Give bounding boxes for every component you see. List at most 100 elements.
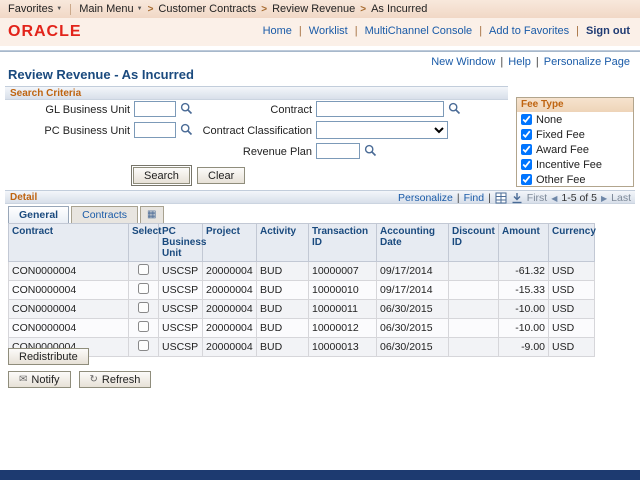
notify-label: Notify [31,374,59,386]
cell-project: 20000004 [203,338,257,357]
pc-business-unit-label: PC Business Unit [8,125,130,137]
grid-tabs: General Contracts ▦ [8,206,166,223]
footer-toolbar: ✉ Notify ↻ Refresh [8,371,151,388]
fee-award-checkbox[interactable] [521,144,532,155]
revenue-plan-input[interactable] [316,143,360,159]
redistribute-button[interactable]: Redistribute [8,348,89,365]
download-icon[interactable] [511,192,523,204]
breadcrumb-item-review-revenue[interactable]: Review Revenue [272,3,355,15]
row-range-label: 1-5 of 5 [561,192,597,205]
row-select-checkbox[interactable] [138,340,149,351]
breadcrumb-item-as-incurred[interactable]: As Incurred [371,3,427,15]
refresh-icon: ↻ [90,374,98,385]
cell-contract: CON0000004 [9,281,129,300]
row-select-checkbox[interactable] [138,283,149,294]
gl-business-unit-label: GL Business Unit [8,104,130,116]
find-link[interactable]: Find [464,192,484,205]
cell-project: 20000004 [203,262,257,281]
fee-none-checkbox[interactable] [521,114,532,125]
grid-toolbar: Personalize | Find | First ◀ 1-5 of 5 ▶ … [398,191,631,205]
cell-pc-bu: USCSP [159,319,203,338]
worklist-link[interactable]: Worklist [309,25,348,37]
cell-pc-bu: USCSP [159,338,203,357]
search-button[interactable]: Search [133,167,190,184]
row-select-checkbox[interactable] [138,264,149,275]
cell-discount-id [449,319,499,338]
refresh-label: Refresh [102,374,141,386]
row-select-checkbox[interactable] [138,321,149,332]
last-link[interactable]: Last [611,192,631,205]
favorites-label: Favorites [8,3,53,15]
revenue-plan-label: Revenue Plan [180,146,312,158]
personalize-link[interactable]: Personalize [398,192,453,205]
notify-button[interactable]: ✉ Notify [8,371,71,388]
home-link[interactable]: Home [263,25,292,37]
contract-input[interactable] [316,101,444,117]
contract-classification-select[interactable] [316,121,448,139]
fee-none-label: None [536,114,562,126]
link-separator: | [355,25,358,37]
cell-activity: BUD [257,262,309,281]
window-bottom-bar [0,470,640,480]
header-bar: ORACLE Home | Worklist | MultiChannel Co… [0,18,640,46]
cell-discount-id [449,262,499,281]
cell-currency: USD [549,300,595,319]
cell-discount-id [449,338,499,357]
cell-accounting-date: 06/30/2015 [377,338,449,357]
cell-activity: BUD [257,300,309,319]
breadcrumb-separator-icon: > [148,4,154,15]
fee-fixed-checkbox[interactable] [521,129,532,140]
contract-lookup-icon[interactable] [448,102,461,118]
breadcrumb-divider [70,4,71,15]
cell-pc-bu: USCSP [159,300,203,319]
first-link[interactable]: First [527,192,547,205]
link-separator: | [488,192,491,205]
breadcrumb-separator-icon: > [261,4,267,15]
refresh-button[interactable]: ↻ Refresh [79,371,152,388]
header-divider [0,50,640,52]
fee-type-groupbox: Fee Type None Fixed Fee Award Fee Incent… [516,97,634,187]
oracle-logo: ORACLE [8,23,82,41]
table-row: CON0000004 USCSP 20000004 BUD 10000012 0… [9,319,595,338]
next-page-icon[interactable]: ▶ [601,192,607,205]
cell-currency: USD [549,338,595,357]
gl-business-unit-input[interactable] [134,101,176,117]
sign-out-link[interactable]: Sign out [586,25,630,37]
add-to-favorites-link[interactable]: Add to Favorites [489,25,569,37]
row-select-checkbox[interactable] [138,302,149,313]
cell-amount: -10.00 [499,319,549,338]
cell-accounting-date: 09/17/2014 [377,281,449,300]
tab-general[interactable]: General [8,206,69,223]
col-header-contract: Contract [9,224,129,262]
fee-fixed-label: Fixed Fee [536,129,585,141]
fee-option-award: Award Fee [517,142,633,157]
favorites-menu[interactable]: Favorites ▼ [8,3,62,15]
breadcrumb-item-customer-contracts[interactable]: Customer Contracts [158,3,256,15]
cell-transaction-id: 10000010 [309,281,377,300]
fee-other-checkbox[interactable] [521,174,532,185]
header-links: Home | Worklist | MultiChannel Console |… [263,25,630,37]
cell-activity: BUD [257,281,309,300]
view-all-grid-icon[interactable] [495,192,507,204]
col-header-accounting-date: Accounting Date [377,224,449,262]
link-separator: | [299,25,302,37]
personalize-page-link[interactable]: Personalize Page [544,56,630,68]
link-separator: | [536,56,539,68]
main-menu[interactable]: Main Menu ▼ [79,3,142,15]
table-row: CON0000004 USCSP 20000004 BUD 10000011 0… [9,300,595,319]
revenue-plan-lookup-icon[interactable] [364,144,377,160]
help-link[interactable]: Help [508,56,531,68]
cell-transaction-id: 10000011 [309,300,377,319]
show-all-columns-tab[interactable]: ▦ [140,206,163,223]
new-window-link[interactable]: New Window [431,56,495,68]
col-header-project: Project [203,224,257,262]
fee-incentive-checkbox[interactable] [521,159,532,170]
table-row: CON0000004 USCSP 20000004 BUD 10000013 0… [9,338,595,357]
clear-button[interactable]: Clear [197,167,245,184]
previous-page-icon[interactable]: ◀ [551,192,557,205]
multichannel-console-link[interactable]: MultiChannel Console [365,25,473,37]
cell-project: 20000004 [203,281,257,300]
tab-contracts[interactable]: Contracts [71,206,138,223]
cell-accounting-date: 09/17/2014 [377,262,449,281]
page-action-links: New Window | Help | Personalize Page [431,56,630,68]
